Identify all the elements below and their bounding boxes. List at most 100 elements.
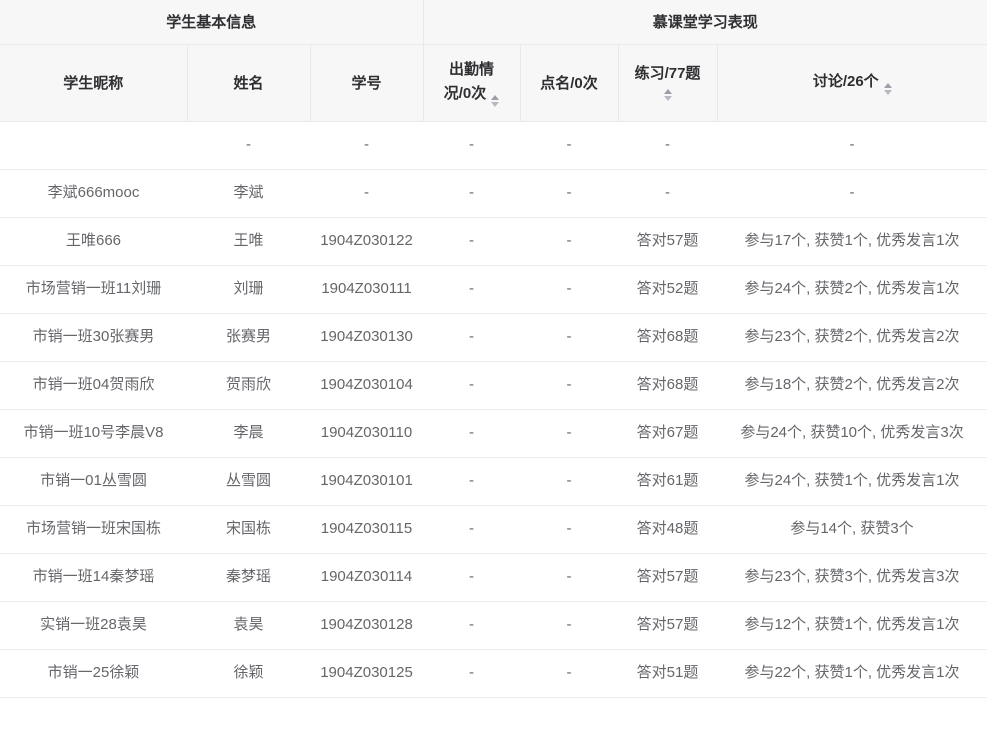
sort-ascending-icon[interactable] — [884, 83, 892, 88]
cell-name: - — [187, 121, 310, 169]
cell-discussion: 参与24个, 获赞2个, 优秀发言1次 — [717, 265, 987, 313]
cell-student-id: - — [310, 169, 423, 217]
cell-student-id: 1904Z030128 — [310, 601, 423, 649]
table-row: 市销一班10号李晨V8 李晨 1904Z030110 - - 答对67题 参与2… — [0, 409, 987, 457]
cell-attendance: - — [423, 313, 520, 361]
cell-attendance: - — [423, 649, 520, 697]
cell-student-id: 1904Z030114 — [310, 553, 423, 601]
cell-nickname: 市销一班04贺雨欣 — [0, 361, 187, 409]
cell-nickname: 市销一班30张赛男 — [0, 313, 187, 361]
group-header-student-basic-info: 学生基本信息 — [0, 0, 423, 44]
group-header-mooc-performance: 慕课堂学习表现 — [423, 0, 987, 44]
cell-exercise: 答对57题 — [618, 601, 717, 649]
sort-ascending-icon[interactable] — [664, 89, 672, 94]
cell-discussion: - — [717, 169, 987, 217]
cell-name: 袁昊 — [187, 601, 310, 649]
cell-roll-call: - — [520, 313, 618, 361]
table-row: - - - - - - — [0, 121, 987, 169]
cell-name: 李晨 — [187, 409, 310, 457]
cell-nickname: 市场营销一班宋国栋 — [0, 505, 187, 553]
column-header-exercise[interactable]: 练习/77题 — [618, 44, 717, 121]
column-header-student-id: 学号 — [310, 44, 423, 121]
cell-nickname: 王唯666 — [0, 217, 187, 265]
cell-name: 丛雪圆 — [187, 457, 310, 505]
table-row: 市销一班30张赛男 张赛男 1904Z030130 - - 答对68题 参与23… — [0, 313, 987, 361]
cell-nickname: 李斌666mooc — [0, 169, 187, 217]
sort-descending-icon[interactable] — [491, 102, 499, 107]
cell-name: 秦梦瑶 — [187, 553, 310, 601]
cell-student-id: 1904Z030101 — [310, 457, 423, 505]
cell-student-id: 1904Z030110 — [310, 409, 423, 457]
cell-exercise: 答对48题 — [618, 505, 717, 553]
cell-name: 宋国栋 — [187, 505, 310, 553]
cell-roll-call: - — [520, 553, 618, 601]
cell-discussion: 参与14个, 获赞3个 — [717, 505, 987, 553]
table-row: 王唯666 王唯 1904Z030122 - - 答对57题 参与17个, 获赞… — [0, 217, 987, 265]
sort-icon[interactable] — [664, 89, 672, 101]
cell-attendance: - — [423, 505, 520, 553]
cell-attendance: - — [423, 601, 520, 649]
table-row: 市场营销一班11刘珊 刘珊 1904Z030111 - - 答对52题 参与24… — [0, 265, 987, 313]
cell-exercise: 答对52题 — [618, 265, 717, 313]
column-header-label: 练习/77题 — [625, 64, 711, 84]
column-header-name: 姓名 — [187, 44, 310, 121]
column-header-label: 学号 — [351, 75, 381, 92]
cell-exercise: - — [618, 169, 717, 217]
cell-exercise: - — [618, 121, 717, 169]
column-header-nickname: 学生昵称 — [0, 44, 187, 121]
column-header-row: 学生昵称 姓名 学号 出勤情 况/0次 点名/0次 练习/77题 讨论/26个 — [0, 44, 987, 121]
cell-roll-call: - — [520, 601, 618, 649]
cell-attendance: - — [423, 361, 520, 409]
sort-descending-icon[interactable] — [884, 90, 892, 95]
cell-discussion: - — [717, 121, 987, 169]
column-header-discussion[interactable]: 讨论/26个 — [717, 44, 987, 121]
cell-name: 王唯 — [187, 217, 310, 265]
cell-roll-call: - — [520, 121, 618, 169]
table-body: - - - - - - 李斌666mooc 李斌 - - - - - 王唯666… — [0, 121, 987, 697]
cell-exercise: 答对67题 — [618, 409, 717, 457]
table-row: 市销一01丛雪圆 丛雪圆 1904Z030101 - - 答对61题 参与24个… — [0, 457, 987, 505]
cell-attendance: - — [423, 457, 520, 505]
cell-exercise: 答对61题 — [618, 457, 717, 505]
cell-name: 徐颖 — [187, 649, 310, 697]
cell-student-id: 1904Z030111 — [310, 265, 423, 313]
cell-roll-call: - — [520, 505, 618, 553]
table-row: 市销一25徐颖 徐颖 1904Z030125 - - 答对51题 参与22个, … — [0, 649, 987, 697]
cell-attendance: - — [423, 169, 520, 217]
cell-roll-call: - — [520, 169, 618, 217]
cell-nickname: 市场营销一班11刘珊 — [0, 265, 187, 313]
cell-roll-call: - — [520, 409, 618, 457]
cell-exercise: 答对68题 — [618, 313, 717, 361]
cell-attendance: - — [423, 553, 520, 601]
cell-discussion: 参与18个, 获赞2个, 优秀发言2次 — [717, 361, 987, 409]
cell-attendance: - — [423, 265, 520, 313]
cell-name: 刘珊 — [187, 265, 310, 313]
cell-discussion: 参与23个, 获赞2个, 优秀发言2次 — [717, 313, 987, 361]
cell-exercise: 答对68题 — [618, 361, 717, 409]
cell-attendance: - — [423, 409, 520, 457]
cell-student-id: 1904Z030125 — [310, 649, 423, 697]
cell-student-id: 1904Z030104 — [310, 361, 423, 409]
cell-nickname — [0, 121, 187, 169]
cell-nickname: 实销一班28袁昊 — [0, 601, 187, 649]
sort-ascending-icon[interactable] — [491, 95, 499, 100]
sort-icon[interactable] — [884, 83, 892, 95]
column-header-label: 姓名 — [233, 75, 263, 92]
student-performance-table: 学生基本信息 慕课堂学习表现 学生昵称 姓名 学号 出勤情 况/0次 点名/0次… — [0, 0, 987, 698]
table-row: 李斌666mooc 李斌 - - - - - — [0, 169, 987, 217]
cell-nickname: 市销一班10号李晨V8 — [0, 409, 187, 457]
cell-student-id: - — [310, 121, 423, 169]
sort-icon[interactable] — [491, 95, 499, 107]
cell-student-id: 1904Z030130 — [310, 313, 423, 361]
cell-roll-call: - — [520, 265, 618, 313]
cell-attendance: - — [423, 121, 520, 169]
cell-student-id: 1904Z030122 — [310, 217, 423, 265]
cell-roll-call: - — [520, 649, 618, 697]
table-header: 学生基本信息 慕课堂学习表现 学生昵称 姓名 学号 出勤情 况/0次 点名/0次… — [0, 0, 987, 121]
cell-name: 贺雨欣 — [187, 361, 310, 409]
table-row: 市销一班04贺雨欣 贺雨欣 1904Z030104 - - 答对68题 参与18… — [0, 361, 987, 409]
cell-exercise: 答对51题 — [618, 649, 717, 697]
cell-roll-call: - — [520, 457, 618, 505]
column-header-attendance[interactable]: 出勤情 况/0次 — [423, 44, 520, 121]
sort-descending-icon[interactable] — [664, 96, 672, 101]
